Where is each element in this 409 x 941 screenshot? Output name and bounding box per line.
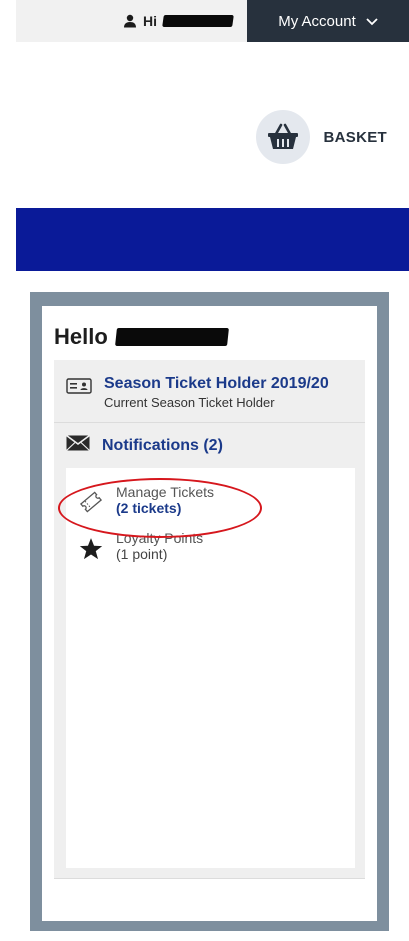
basket-label: BASKET bbox=[323, 128, 387, 146]
hello-text: Hello bbox=[54, 324, 108, 349]
user-greeting[interactable]: Hi bbox=[123, 13, 234, 29]
account-panel-frame: Hello Season Ticket Holder 2019/20 Curre… bbox=[30, 292, 389, 931]
id-card-icon bbox=[66, 374, 92, 410]
redacted-username bbox=[162, 15, 234, 27]
hello-heading: Hello bbox=[54, 324, 365, 350]
my-account-label: My Account bbox=[278, 12, 356, 30]
redacted-username bbox=[114, 328, 229, 346]
notifications-label[interactable]: Notifications (2) bbox=[102, 437, 223, 455]
season-ticket-section[interactable]: Season Ticket Holder 2019/20 Current Sea… bbox=[54, 360, 365, 423]
account-panel: Hello Season Ticket Holder 2019/20 Curre… bbox=[42, 306, 377, 921]
my-account-button[interactable]: My Account bbox=[247, 0, 409, 42]
notification-manage-tickets[interactable]: Manage Tickets (2 tickets) bbox=[58, 478, 355, 538]
notifications-header[interactable]: Notifications (2) bbox=[66, 434, 355, 456]
greeting-text: Hi bbox=[143, 13, 157, 29]
top-utility-bar: Hi My Account bbox=[16, 0, 409, 42]
loyalty-points-count: (1 point) bbox=[116, 546, 168, 562]
star-icon bbox=[76, 530, 106, 562]
basket-icon bbox=[255, 110, 310, 164]
notification-loyalty-points[interactable]: Loyalty Points (1 point) bbox=[66, 526, 355, 566]
season-ticket-subtitle: Current Season Ticket Holder bbox=[104, 395, 275, 410]
notifications-list: Manage Tickets (2 tickets) Loyalty Point… bbox=[58, 468, 355, 868]
page: Hi My Account BASKET Hello Season Ticket… bbox=[0, 0, 409, 941]
envelope-icon bbox=[66, 434, 90, 456]
user-icon bbox=[123, 14, 137, 28]
brand-banner bbox=[16, 208, 409, 271]
chevron-down-icon bbox=[366, 13, 378, 30]
basket-button[interactable]: BASKET bbox=[255, 110, 387, 164]
loyalty-points-title: Loyalty Points bbox=[116, 530, 204, 546]
manage-tickets-count[interactable]: (2 tickets) bbox=[116, 500, 214, 516]
ticket-icon bbox=[76, 484, 106, 516]
manage-tickets-title: Manage Tickets bbox=[116, 484, 215, 500]
season-ticket-title[interactable]: Season Ticket Holder 2019/20 bbox=[104, 374, 329, 393]
notifications-section: Notifications (2) Manage Tickets (2 tick… bbox=[54, 423, 365, 879]
